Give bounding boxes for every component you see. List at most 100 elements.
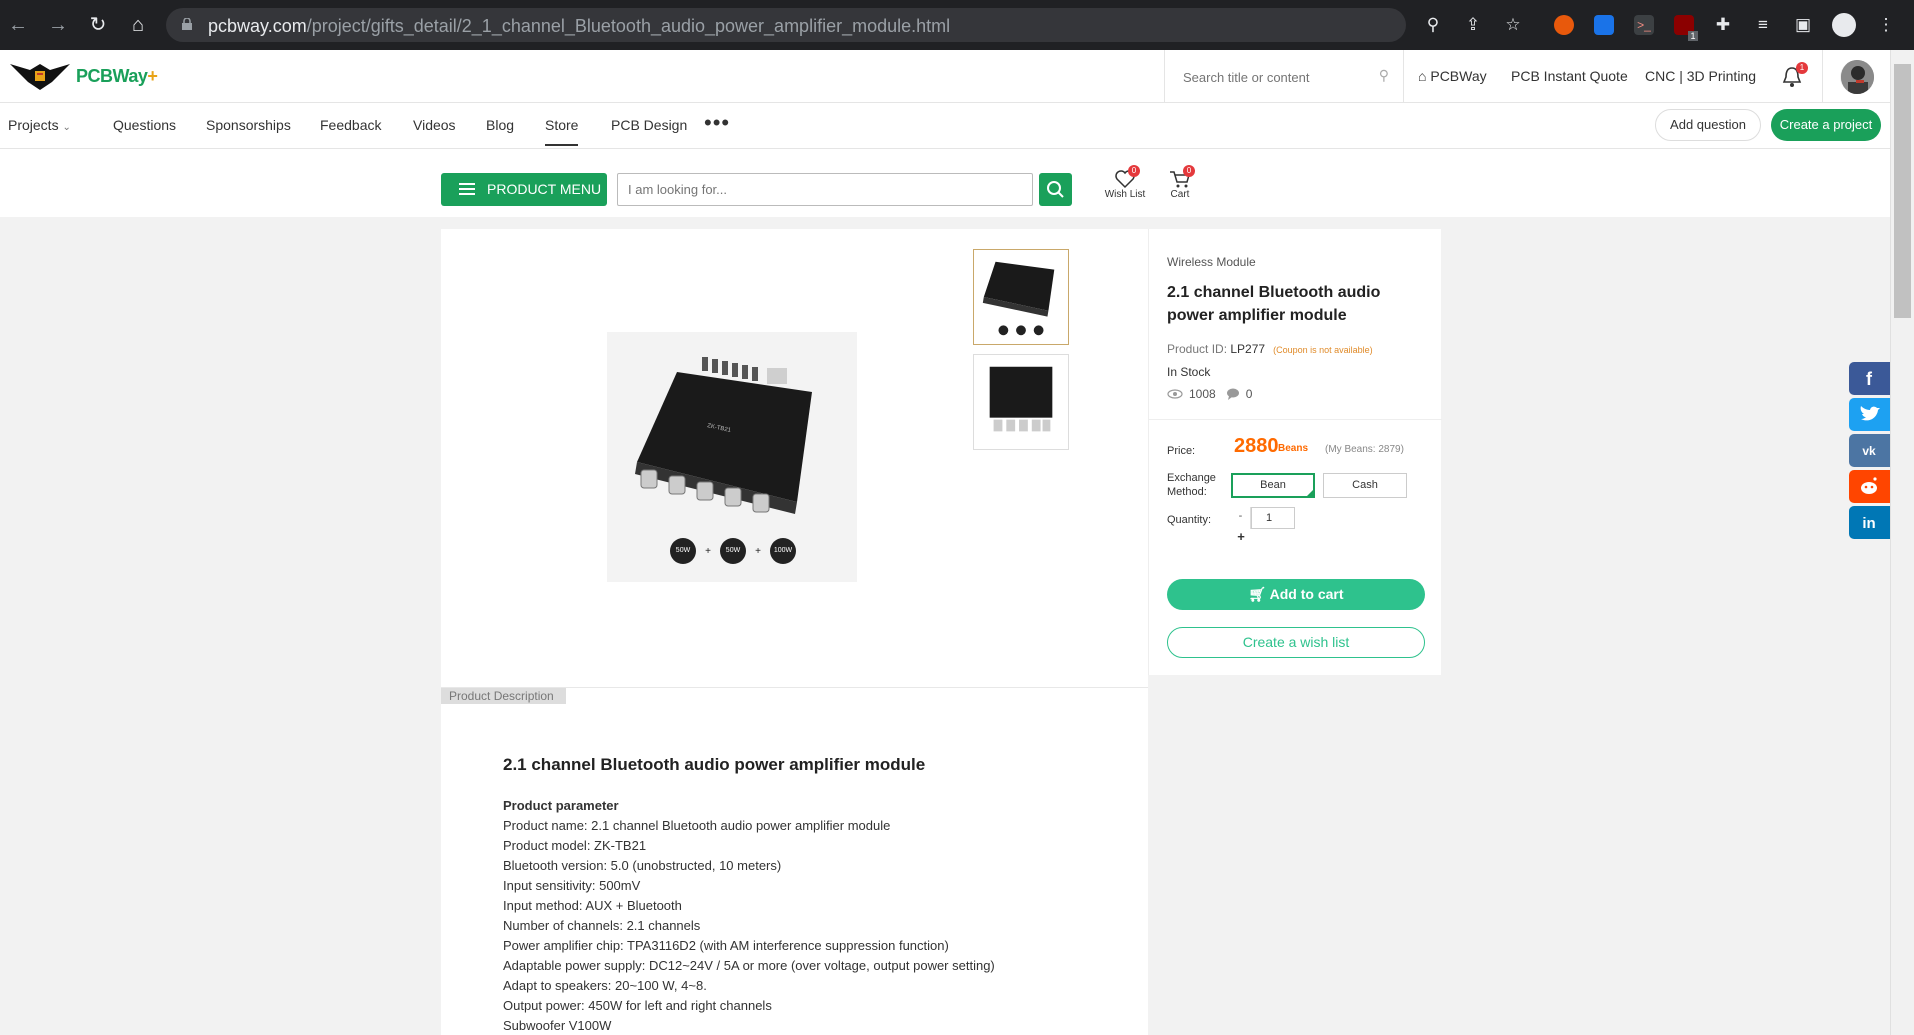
nav-item-sponsorships[interactable]: Sponsorships <box>206 117 291 133</box>
quantity-label: Quantity: <box>1167 514 1212 526</box>
quantity-increase-button[interactable]: + <box>1231 530 1251 544</box>
tab-product-description[interactable]: Product Description <box>441 688 566 704</box>
facebook-share-icon[interactable]: f <box>1849 362 1890 395</box>
header-link-cnc[interactable]: CNC | 3D Printing <box>1645 68 1756 84</box>
nav-item-projects[interactable]: Projects ⌄ <box>8 117 71 133</box>
param-line: Output power: 450W for left and right ch… <box>503 998 772 1013</box>
param-line: Input method: AUX + Bluetooth <box>503 898 682 913</box>
cart-icon: 0 <box>1169 165 1195 189</box>
product-main-image[interactable]: ZK-TB21 + + 50W 50W 100W <box>607 332 857 582</box>
product-thumbnail-1[interactable] <box>973 249 1069 345</box>
zoom-icon[interactable]: ⚲ <box>1423 15 1443 35</box>
header-link-instant-quote[interactable]: PCB Instant Quote <box>1511 68 1628 84</box>
create-wish-list-button[interactable]: Create a wish list <box>1167 627 1425 658</box>
param-line: Bluetooth version: 5.0 (unobstructed, 10… <box>503 858 782 873</box>
extension-ublock-icon[interactable]: 1 <box>1674 15 1698 41</box>
cart-link[interactable]: 0 Cart <box>1155 165 1205 200</box>
store-bar: PRODUCT MENU 0 Wish List 0 Cart <box>0 149 1890 217</box>
nav-more-dots-icon[interactable]: ••• <box>704 112 730 134</box>
extension-terminal-icon[interactable]: >_ <box>1634 15 1654 35</box>
wish-list-link[interactable]: 0 Wish List <box>1100 165 1150 200</box>
logo-mark-icon <box>10 64 70 90</box>
user-avatar[interactable] <box>1840 60 1874 94</box>
extensions-puzzle-icon[interactable]: ✚ <box>1713 15 1733 35</box>
header-divider <box>1822 50 1823 103</box>
param-heading: Product parameter <box>503 798 619 813</box>
header-search-input[interactable] <box>1183 67 1363 87</box>
linkedin-share-icon[interactable]: in <box>1849 506 1890 539</box>
param-line: Product name: 2.1 channel Bluetooth audi… <box>503 818 891 833</box>
svg-text:+: + <box>705 546 711 557</box>
param-line: Power amplifier chip: TPA3116D2 (with AM… <box>503 938 949 953</box>
exchange-option-bean[interactable]: Bean <box>1231 473 1315 498</box>
forward-arrow-icon[interactable]: → <box>46 13 70 37</box>
reload-icon[interactable]: ↻ <box>86 13 110 37</box>
back-arrow-icon[interactable]: ← <box>6 13 30 37</box>
hamburger-icon <box>459 183 475 195</box>
eye-icon <box>1167 389 1183 399</box>
badge-100w: 100W <box>773 547 793 554</box>
add-question-button[interactable]: Add question <box>1655 109 1761 141</box>
twitter-share-icon[interactable] <box>1849 398 1890 431</box>
browser-toolbar: ← → ↻ ⌂ pcbway.com/project/gifts_detail/… <box>0 0 1914 50</box>
url-text: pcbway.com/project/gifts_detail/2_1_chan… <box>208 16 951 36</box>
pcbway-logo[interactable]: PCBWay+ <box>8 60 158 92</box>
quantity-input[interactable]: 1 <box>1251 507 1295 529</box>
logo-text: PCBWay+ <box>76 65 158 86</box>
param-line: Product model: ZK-TB21 <box>503 838 647 853</box>
product-category[interactable]: Wireless Module <box>1167 255 1256 269</box>
site-header: PCBWay+ ⚲ ⌂ PCBWay PCB Instant Quote CNC… <box>0 50 1890 103</box>
nav-item-blog[interactable]: Blog <box>486 117 514 133</box>
extension-fox-icon[interactable] <box>1554 15 1574 35</box>
exchange-option-cash[interactable]: Cash <box>1323 473 1407 498</box>
bookmark-star-icon[interactable]: ☆ <box>1503 15 1523 35</box>
notification-badge: 1 <box>1796 62 1808 74</box>
views-count: 1008 <box>1189 387 1216 401</box>
home-icon[interactable]: ⌂ <box>126 13 150 37</box>
product-info-panel: Wireless Module 2.1 channel Bluetooth au… <box>1148 229 1442 675</box>
nav-item-questions[interactable]: Questions <box>113 117 176 133</box>
profile-avatar-icon[interactable] <box>1832 13 1856 37</box>
comment-icon <box>1226 388 1239 400</box>
reddit-share-icon[interactable] <box>1849 470 1890 503</box>
product-gallery-panel: ZK-TB21 + + 50W 50W 100W Product Descrip… <box>441 229 1148 1035</box>
nav-item-store[interactable]: Store <box>545 117 579 146</box>
price-unit: Beans <box>1278 443 1309 454</box>
nav-item-feedback[interactable]: Feedback <box>320 117 381 133</box>
extension-blue-icon[interactable] <box>1594 15 1614 35</box>
address-bar[interactable]: pcbway.com/project/gifts_detail/2_1_chan… <box>166 8 1406 42</box>
create-project-button[interactable]: Create a project <box>1771 109 1881 141</box>
product-menu-button[interactable]: PRODUCT MENU <box>441 173 607 206</box>
svg-text:f: f <box>1866 369 1873 389</box>
vk-share-icon[interactable]: vk <box>1849 434 1890 467</box>
header-link-pcbway[interactable]: ⌂ PCBWay <box>1418 68 1487 84</box>
store-search-button[interactable] <box>1039 173 1072 206</box>
scrollbar-thumb[interactable] <box>1894 64 1911 318</box>
param-line: Adaptable power supply: DC12~24V / 5A or… <box>503 958 995 973</box>
my-beans: (My Beans: 2879) <box>1325 444 1404 455</box>
param-line: Input sensitivity: 500mV <box>503 878 641 893</box>
lock-icon <box>182 18 192 30</box>
site-nav: Projects ⌄ Questions Sponsorships Feedba… <box>0 103 1890 149</box>
price-value: 2880 <box>1234 435 1279 457</box>
media-playlist-icon[interactable]: ≡ <box>1753 15 1773 35</box>
notification-bell-icon[interactable]: 1 <box>1782 62 1808 88</box>
exchange-method-label: Exchange Method: <box>1167 472 1216 498</box>
nav-item-pcb-design[interactable]: PCB Design <box>611 117 687 133</box>
product-thumbnail-2[interactable] <box>973 354 1069 450</box>
side-panel-icon[interactable]: ▣ <box>1793 15 1813 35</box>
price-label: Price: <box>1167 445 1196 457</box>
nav-item-videos[interactable]: Videos <box>413 117 456 133</box>
description-body: Product parameter Product name: 2.1 chan… <box>503 796 1123 1035</box>
quantity-decrease-button[interactable]: - <box>1231 507 1251 529</box>
cart-icon: 🛒︎ <box>1248 586 1267 602</box>
description-title: 2.1 channel Bluetooth audio power amplif… <box>503 755 926 774</box>
header-search[interactable]: ⚲ <box>1164 50 1404 103</box>
search-icon[interactable]: ⚲ <box>1379 67 1389 84</box>
share-icon[interactable]: ⇪ <box>1463 15 1483 35</box>
page-scrollbar[interactable] <box>1890 50 1914 1035</box>
stock-status: In Stock <box>1167 365 1211 379</box>
add-to-cart-button[interactable]: 🛒︎ Add to cart <box>1167 579 1425 610</box>
store-search-input[interactable] <box>617 173 1033 206</box>
kebab-menu-icon[interactable]: ⋮ <box>1876 15 1896 35</box>
